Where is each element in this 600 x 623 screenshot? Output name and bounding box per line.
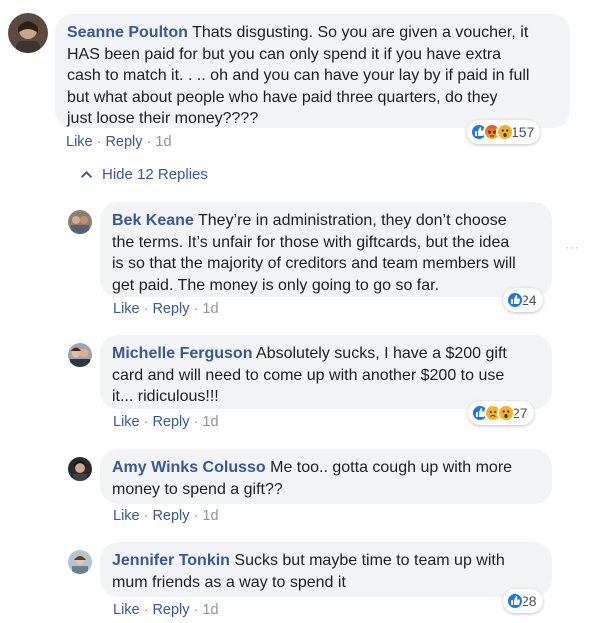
avatar-amy-winks-colusso[interactable] xyxy=(68,457,92,481)
reaction-summary[interactable]: 157 xyxy=(467,120,541,144)
comment-actions: Like · Reply · 1d xyxy=(66,134,172,150)
reply-bubble: Bek Keane They’re in administration, the… xyxy=(100,202,552,297)
wow-icon xyxy=(497,404,515,422)
reply-line-2: the terms. It’s unfair for those with gi… xyxy=(112,233,510,251)
timestamp[interactable]: 1d xyxy=(202,602,218,618)
reaction-summary[interactable]: 27 xyxy=(468,401,534,425)
reply-bubble: Amy Winks Colusso Me too.. gotta cough u… xyxy=(100,449,552,504)
like-icon xyxy=(506,291,524,309)
reply-line-1: Michelle Ferguson Absolutely sucks, I ha… xyxy=(112,345,507,362)
reply-link[interactable]: Reply xyxy=(152,602,189,618)
like-link[interactable]: Like xyxy=(113,414,140,430)
timestamp[interactable]: 1d xyxy=(202,414,218,430)
reply-line-2: money to spend a gift?? xyxy=(112,480,283,498)
reply-line-4: get paid. The money is only going to go … xyxy=(112,276,440,294)
timestamp[interactable]: 1d xyxy=(202,508,218,524)
comment-line-2: HAS been paid for but you can only spend… xyxy=(67,45,502,63)
reaction-count: 157 xyxy=(511,124,535,140)
like-icon xyxy=(506,592,524,610)
reaction-summary[interactable]: 24 xyxy=(503,288,543,312)
reply-link[interactable]: Reply xyxy=(152,508,189,524)
reply-line-2: card and will need to come up with anoth… xyxy=(112,366,505,384)
reply-actions: Like · Reply · 1d xyxy=(113,301,219,317)
more-options-icon[interactable]: ··· xyxy=(565,240,580,254)
avatar-seanne-poulton[interactable] xyxy=(8,13,48,53)
reply-line-1: Jennifer Tonkin Sucks but maybe time to … xyxy=(112,552,505,569)
comment-line-1: Seanne Poulton Thats disgusting. So you … xyxy=(67,24,529,41)
reply-author[interactable]: Michelle Ferguson xyxy=(112,345,252,362)
reply-actions: Like · Reply · 1d xyxy=(113,508,219,524)
avatar-jennifer-tonkin[interactable] xyxy=(68,550,92,574)
like-link[interactable]: Like xyxy=(113,602,140,618)
timestamp[interactable]: 1d xyxy=(202,301,218,317)
reply-link[interactable]: Reply xyxy=(105,134,142,150)
reply-line-2: mum friends as a way to spend it xyxy=(112,573,346,591)
reply-line-1: Amy Winks Colusso Me too.. gotta cough u… xyxy=(112,459,513,476)
wow-icon xyxy=(496,123,514,141)
avatar-bek-keane[interactable] xyxy=(68,210,92,234)
comment-line-3: cash to match it. . .. oh and you can ha… xyxy=(67,67,530,84)
chevron-up-icon xyxy=(81,171,92,178)
reply-actions: Like · Reply · 1d xyxy=(113,602,219,618)
reply-line-1: Bek Keane They’re in administration, the… xyxy=(112,212,507,229)
comment-bubble: Seanne Poulton Thats disgusting. So you … xyxy=(55,14,570,128)
comment-line-4: but what about people who have paid thre… xyxy=(67,88,498,106)
reply-author[interactable]: Jennifer Tonkin xyxy=(112,552,230,569)
like-link[interactable]: Like xyxy=(113,508,140,524)
reply-author[interactable]: Bek Keane xyxy=(112,212,194,229)
reply-link[interactable]: Reply xyxy=(152,414,189,430)
timestamp[interactable]: 1d xyxy=(155,134,171,150)
reply-author[interactable]: Amy Winks Colusso xyxy=(112,459,266,476)
hide-replies-label: Hide 12 Replies xyxy=(102,166,208,183)
reply-line-3: is so that the majority of creditors and… xyxy=(112,255,516,272)
like-link[interactable]: Like xyxy=(113,301,140,317)
reply-bubble: Michelle Ferguson Absolutely sucks, I ha… xyxy=(100,335,552,409)
avatar-michelle-ferguson[interactable] xyxy=(68,343,92,367)
reaction-summary[interactable]: 28 xyxy=(503,589,543,613)
reply-bubble: Jennifer Tonkin Sucks but maybe time to … xyxy=(100,542,552,597)
like-link[interactable]: Like xyxy=(66,134,93,150)
reply-actions: Like · Reply · 1d xyxy=(113,414,219,430)
reply-link[interactable]: Reply xyxy=(152,301,189,317)
hide-replies-button[interactable]: Hide 12 Replies xyxy=(80,166,208,183)
comment-author[interactable]: Seanne Poulton xyxy=(67,24,188,41)
